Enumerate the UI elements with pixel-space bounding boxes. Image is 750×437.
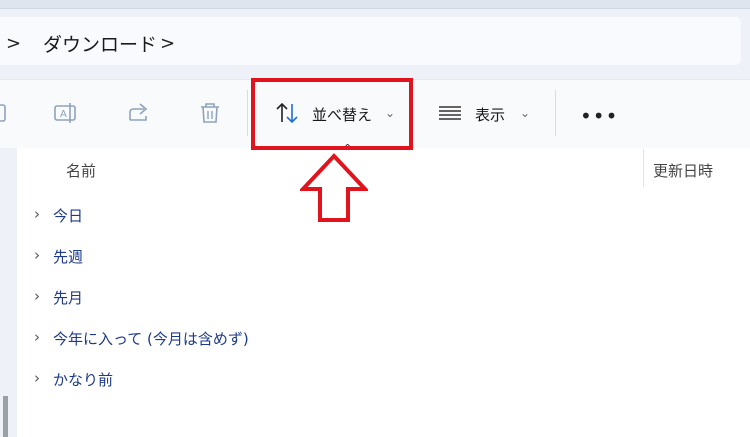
view-button-label[interactable]: 表示 (475, 104, 505, 125)
more-options-button[interactable]: ••• (580, 104, 618, 128)
file-list (17, 148, 750, 437)
view-icon[interactable] (437, 100, 463, 126)
group-label: 先月 (53, 289, 84, 307)
expand-chevron-icon[interactable]: › (34, 369, 40, 387)
group-label: 今日 (53, 207, 84, 225)
group-label: 今年に入って (今月は含めず) (53, 330, 249, 348)
column-header-name[interactable]: 名前 (66, 160, 96, 181)
column-header-modified[interactable]: 更新日時 (653, 160, 713, 181)
highlight-box (251, 78, 413, 150)
window-top-strip (0, 0, 750, 9)
breadcrumb-separator-icon[interactable]: > (6, 33, 21, 54)
expand-chevron-icon[interactable]: › (34, 287, 40, 305)
group-label: かなり前 (53, 371, 114, 389)
up-arrow-icon (300, 153, 368, 222)
group-label: 先週 (53, 248, 84, 266)
expand-chevron-icon[interactable]: › (34, 205, 40, 223)
expand-chevron-icon[interactable]: › (34, 328, 40, 346)
rename-icon[interactable]: A (53, 100, 79, 126)
expand-chevron-icon[interactable]: › (34, 246, 40, 264)
breadcrumb-folder[interactable]: ダウンロード (43, 30, 157, 57)
column-divider[interactable] (643, 149, 644, 187)
view-dropdown-chevron-icon[interactable]: ⌄ (520, 106, 530, 120)
navigation-scroll-thumb[interactable] (3, 396, 8, 437)
toolbar-separator (555, 90, 556, 136)
navigation-pane-edge (0, 148, 17, 437)
delete-icon[interactable] (197, 100, 223, 126)
breadcrumb-chevron-icon[interactable]: > (160, 33, 175, 54)
svg-text:A: A (60, 109, 67, 120)
share-icon[interactable] (126, 100, 152, 126)
toolbar-separator (247, 90, 248, 136)
paste-icon[interactable] (0, 100, 12, 126)
